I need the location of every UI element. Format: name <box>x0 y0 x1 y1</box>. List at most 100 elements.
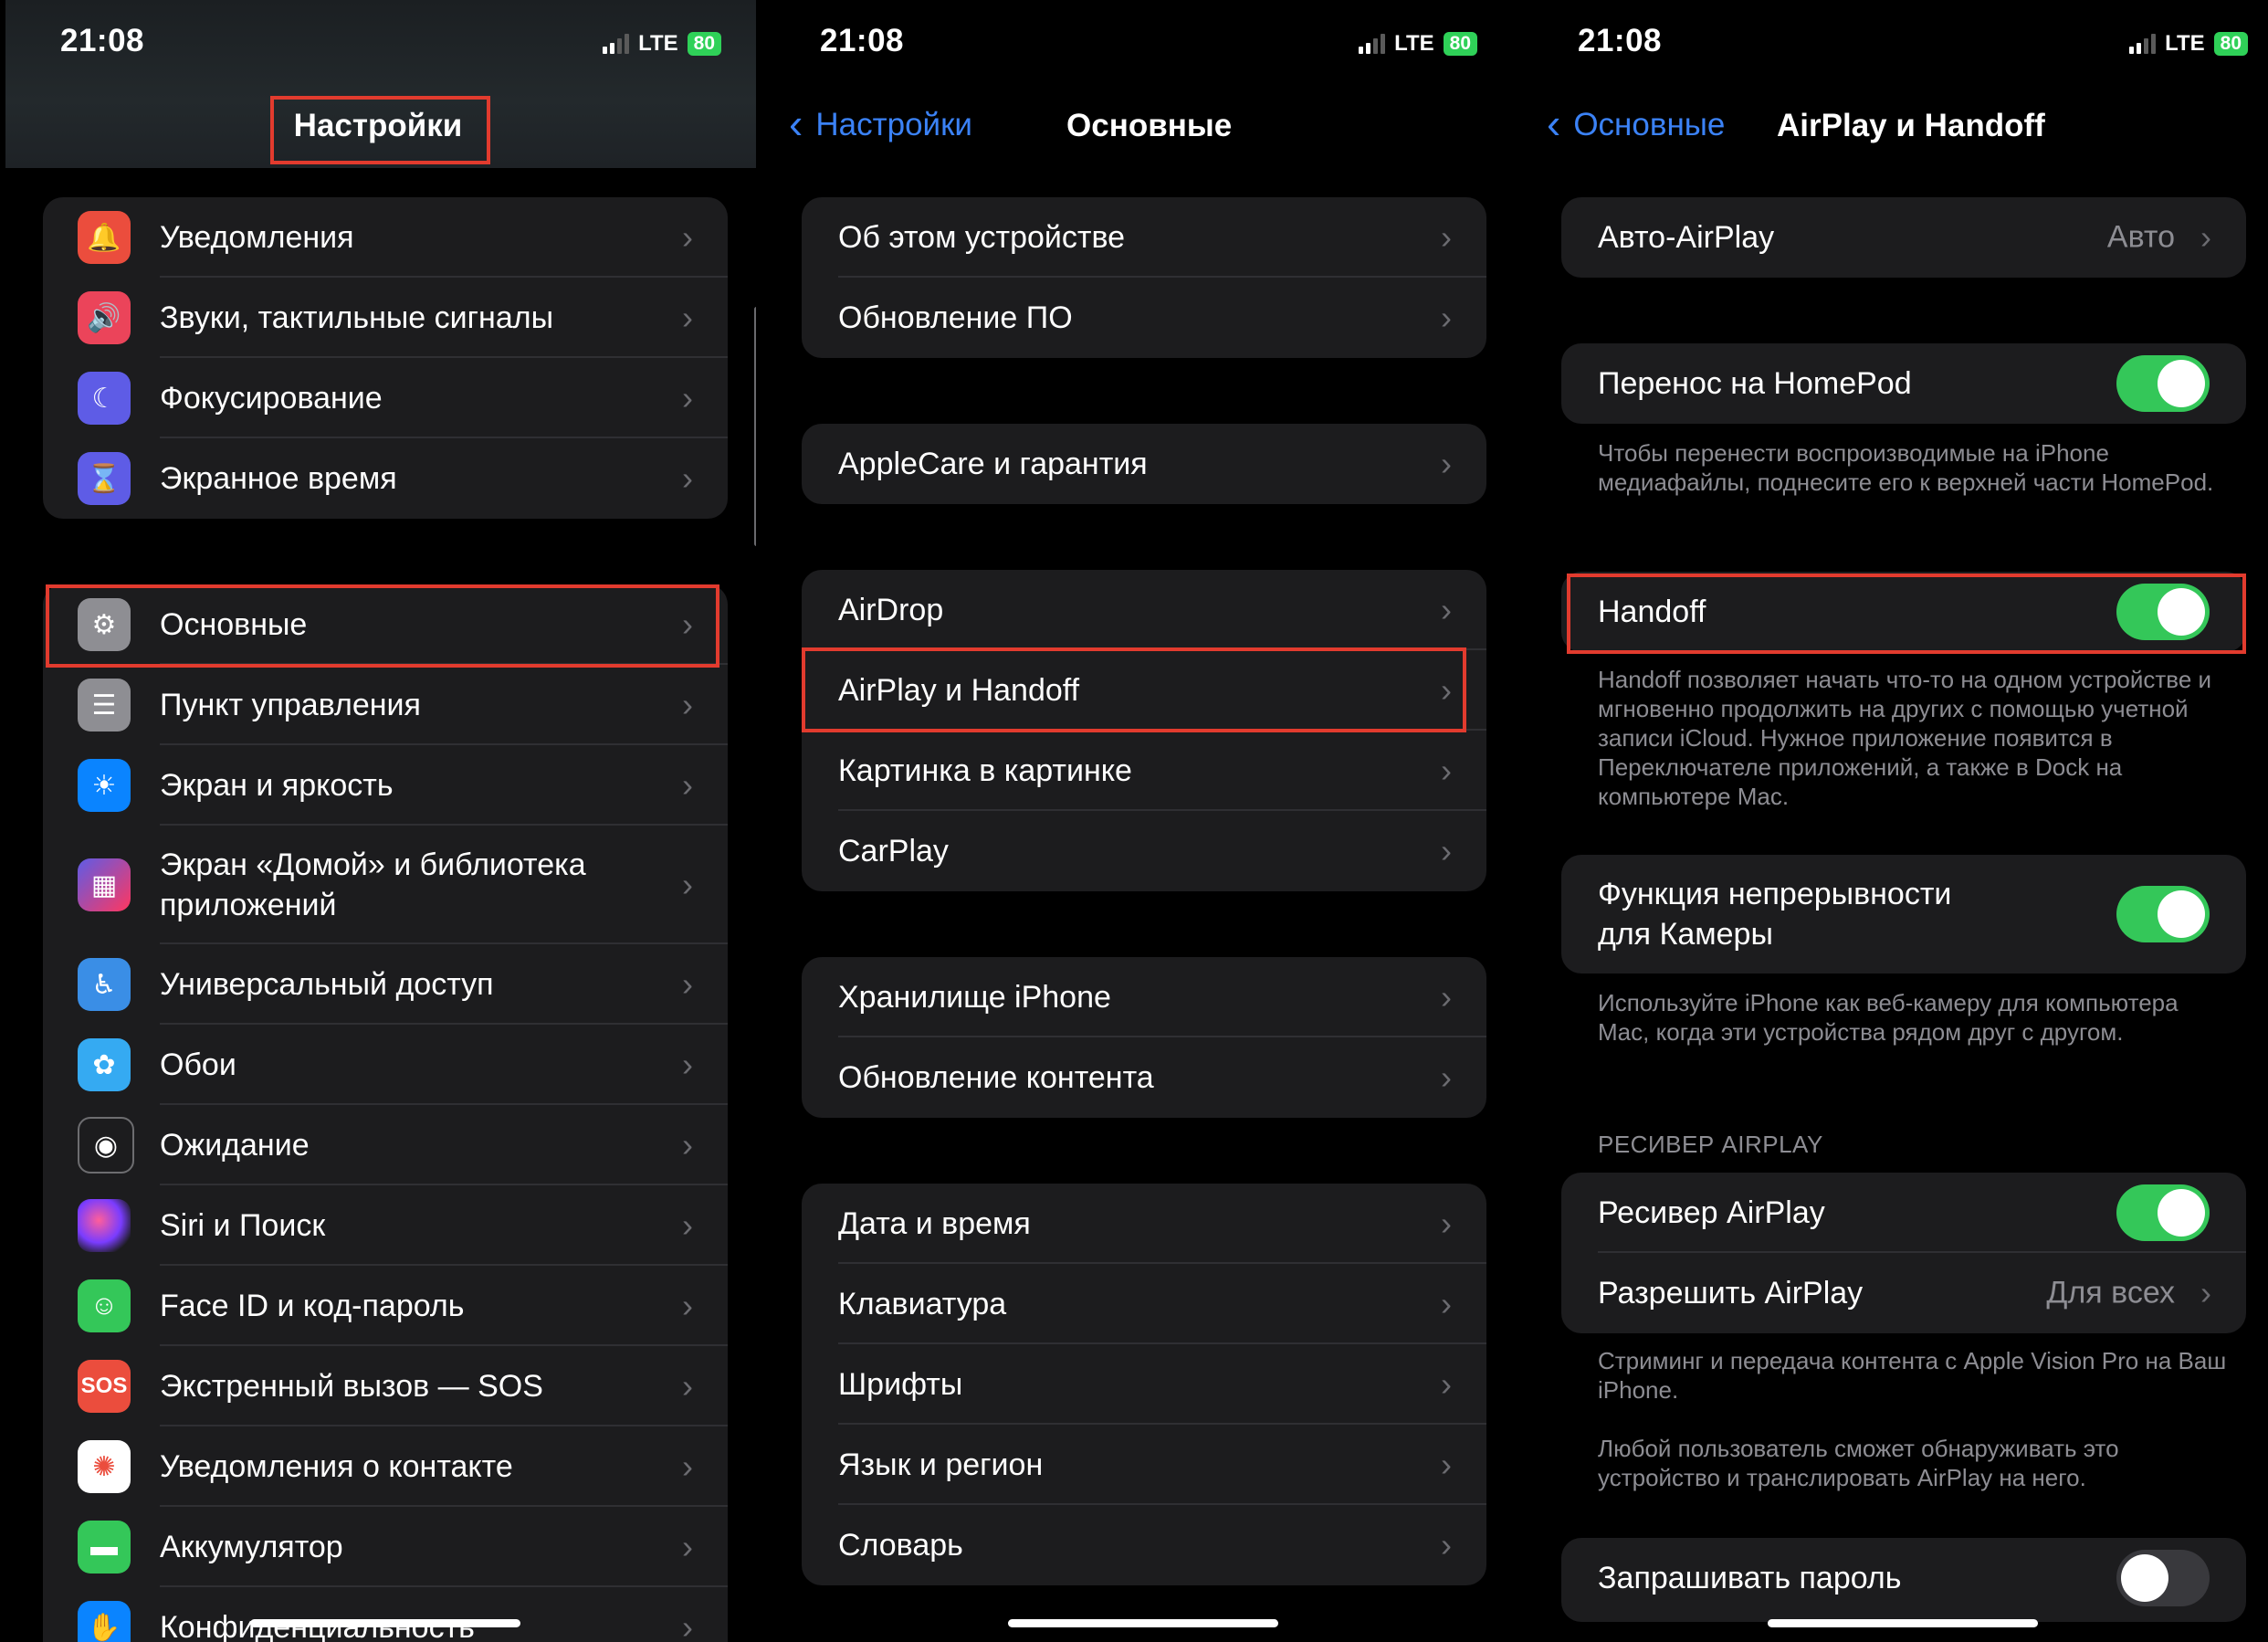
home-indicator <box>250 1619 520 1627</box>
general-row[interactable]: AirDrop › <box>802 570 1486 650</box>
chevron-right-icon: › <box>1441 218 1452 256</box>
general-row[interactable]: Хранилище iPhone › <box>802 957 1486 1037</box>
chevron-right-icon: › <box>682 1046 693 1083</box>
settings-row[interactable]: Siri и Поиск › <box>43 1185 728 1266</box>
continuity-toggle[interactable] <box>2116 886 2210 942</box>
settings-row[interactable]: ✋Конфиденциальность› <box>43 1587 728 1642</box>
settings-row[interactable]: SOS Экстренный вызов — SOS › <box>43 1346 728 1426</box>
continuity-row: Функция непрерывности для Камеры <box>1561 855 2246 974</box>
chevron-right-icon: › <box>682 1126 693 1163</box>
homepod-note: Чтобы перенести воспроизводимые на iPhon… <box>1598 439 2214 496</box>
back-button[interactable]: ‹ Настройки <box>789 102 972 144</box>
chevron-left-icon: ‹ <box>789 100 803 147</box>
back-button[interactable]: ‹ Основные <box>1547 102 1725 144</box>
settings-row[interactable]: ☾ Фокусирование › <box>43 358 728 438</box>
status-time: 21:08 <box>820 23 905 58</box>
general-row[interactable]: Картинка в картинке › <box>802 731 1486 811</box>
settings-row[interactable]: ◉ Ожидание › <box>43 1105 728 1185</box>
accessibility-icon: ♿ <box>78 958 131 1011</box>
settings-row-label: Face ID и код-пароль <box>160 1289 465 1323</box>
settings-row-label: Экран «Домой» и библиотека приложений <box>160 847 586 922</box>
general-row[interactable]: Язык и регион › <box>802 1425 1486 1505</box>
faceid-icon: ☺ <box>78 1279 131 1332</box>
allow-airplay-row[interactable]: Разрешить AirPlay Для всех › <box>1561 1253 2246 1333</box>
settings-row[interactable]: ✿ Обои › <box>43 1025 728 1105</box>
continuity-note: Используйте iPhone как веб-камеру для ко… <box>1598 989 2179 1046</box>
general-row-label: Дата и время <box>838 1206 1031 1241</box>
auto-airplay-row[interactable]: Авто-AirPlay Авто › <box>1561 197 2246 278</box>
settings-row[interactable]: ♿ Универсальный доступ › <box>43 944 728 1025</box>
settings-group-1: 🔔 Уведомления › 🔊 Звуки, тактильные сигналы ›… <box>43 197 728 519</box>
settings-row[interactable]: ☺ Face ID и код-пароль › <box>43 1266 728 1346</box>
general-row[interactable]: Об этом устройстве › <box>802 197 1486 278</box>
homepod-toggle[interactable] <box>2116 355 2210 412</box>
settings-row[interactable]: ⚙ Основные › <box>43 584 728 665</box>
general-row-label: CarPlay <box>838 834 949 868</box>
general-row-label: AppleCare и гарантия <box>838 447 1148 481</box>
continuity-group: Функция непрерывности для Камеры <box>1561 855 2246 974</box>
general-group: Дата и время › Клавиатура › Шрифты › Язык и ре… <box>802 1184 1486 1585</box>
page-title: Основные <box>1066 108 1233 143</box>
chevron-right-icon: › <box>1441 832 1452 869</box>
siri-icon <box>78 1199 131 1252</box>
settings-row[interactable]: ☀ Экран и яркость › <box>43 745 728 826</box>
settings-row[interactable]: ▬ Аккумулятор › <box>43 1507 728 1587</box>
status-bar: 21:08 LTE 80 <box>756 0 1512 88</box>
chevron-right-icon: › <box>1441 671 1452 709</box>
exposure-icon: ✺ <box>78 1440 131 1493</box>
settings-row-label: Siri и Поиск <box>160 1208 326 1243</box>
battery-icon: 80 <box>2213 32 2248 56</box>
receiver-row: Ресивер AirPlay <box>1561 1173 2246 1253</box>
chevron-right-icon: › <box>1441 1058 1452 1096</box>
gear-icon: ⚙ <box>78 598 131 651</box>
general-row[interactable]: Словарь › <box>802 1505 1486 1585</box>
sos-icon: SOS <box>78 1360 131 1413</box>
chevron-right-icon: › <box>682 686 693 723</box>
general-row[interactable]: AppleCare и гарантия › <box>802 424 1486 504</box>
settings-row[interactable]: ▦ Экран «Домой» и библиотека приложений › <box>43 826 728 944</box>
general-row-label: Об этом устройстве <box>838 220 1126 255</box>
settings-row[interactable]: ⌛ Экранное время › <box>43 438 728 519</box>
settings-row[interactable]: 🔔 Уведомления › <box>43 197 728 278</box>
general-group: Об этом устройстве › Обновление ПО › <box>802 197 1486 358</box>
general-row[interactable]: Клавиатура › <box>802 1264 1486 1344</box>
flower-icon: ✿ <box>78 1038 131 1091</box>
settings-row-label: Обои <box>160 1047 236 1082</box>
home-grid-icon: ▦ <box>78 858 131 911</box>
chevron-right-icon: › <box>682 605 693 643</box>
general-row-label: Хранилище iPhone <box>838 980 1111 1015</box>
password-toggle[interactable] <box>2116 1550 2210 1606</box>
password-group: Запрашивать пароль <box>1561 1538 2246 1622</box>
general-row[interactable]: CarPlay › <box>802 811 1486 891</box>
settings-row[interactable]: ✺ Уведомления о контакте › <box>43 1426 728 1507</box>
settings-row-label: Звуки, тактильные сигналы <box>160 300 554 335</box>
receiver-toggle[interactable] <box>2116 1184 2210 1241</box>
page-title: AirPlay и Handoff <box>1777 108 2045 143</box>
chevron-left-icon: ‹ <box>1547 100 1561 147</box>
sun-icon: ☀ <box>78 759 131 812</box>
chevron-right-icon: › <box>682 1367 693 1405</box>
receiver-group: Ресивер AirPlay Разрешить AirPlay Для вс… <box>1561 1173 2246 1333</box>
network-label: LTE <box>1394 31 1434 56</box>
settings-row-label: Универсальный доступ <box>160 967 494 1002</box>
moon-icon: ☾ <box>78 372 131 425</box>
settings-row[interactable]: 🔊 Звуки, тактильные сигналы › <box>43 278 728 358</box>
chevron-right-icon: › <box>682 866 693 903</box>
handoff-group: Handoff <box>1561 572 2246 652</box>
settings-row[interactable]: ☰ Пункт управления › <box>43 665 728 745</box>
status-time: 21:08 <box>60 23 145 58</box>
general-row[interactable]: Дата и время › <box>802 1184 1486 1264</box>
signal-icon <box>2129 34 2157 54</box>
general-row[interactable]: Шрифты › <box>802 1344 1486 1425</box>
general-row[interactable]: Обновление контента › <box>802 1037 1486 1118</box>
general-group: Хранилище iPhone › Обновление контента › <box>802 957 1486 1118</box>
general-row[interactable]: AirPlay и Handoff › <box>802 650 1486 731</box>
handoff-toggle[interactable] <box>2116 584 2210 640</box>
privacy-hand-icon: ✋ <box>78 1601 131 1642</box>
general-row[interactable]: Обновление ПО › <box>802 278 1486 358</box>
chevron-right-icon: › <box>2200 1274 2211 1311</box>
bell-icon: 🔔 <box>78 211 131 264</box>
handoff-row: Handoff <box>1561 572 2246 652</box>
battery-icon: 80 <box>687 32 721 56</box>
chevron-right-icon: › <box>682 965 693 1003</box>
